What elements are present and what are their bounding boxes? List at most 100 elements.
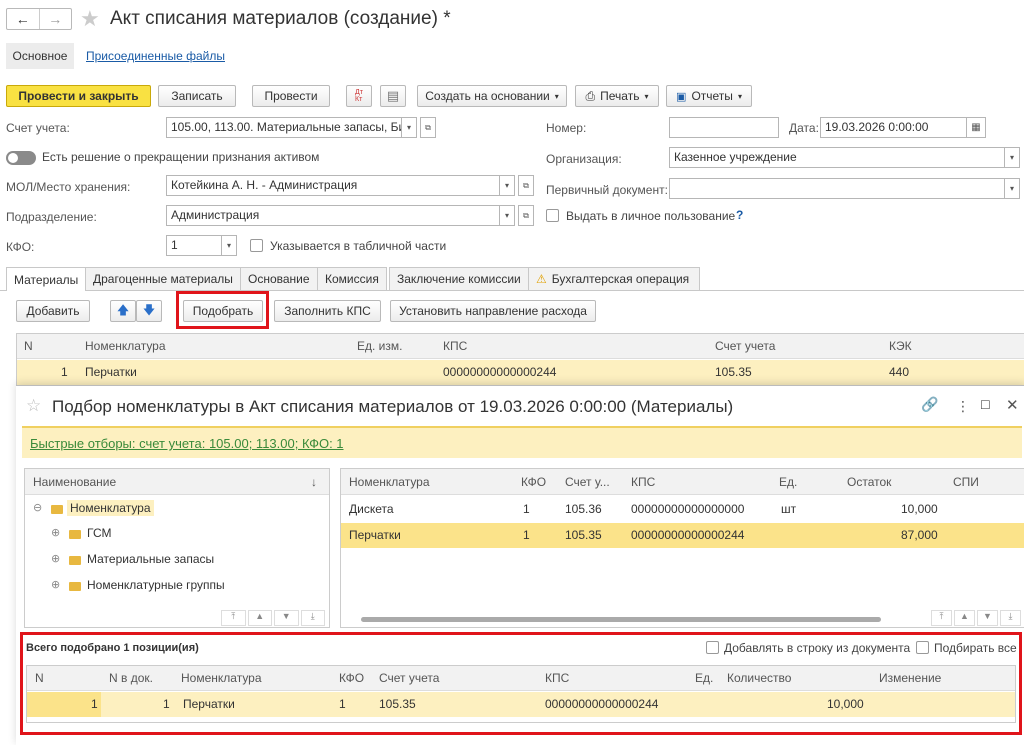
close-icon[interactable]: ✕ [1006,396,1019,414]
primary-doc-field[interactable] [669,178,1005,199]
primary-doc-label: Первичный документ: [546,183,668,197]
nomenclature-list: Номенклатура КФО Счет у... КПС Ед. Остат… [340,468,1024,628]
folder-icon [69,530,81,539]
arrow-left-icon: ← [15,11,30,27]
add-button[interactable]: Добавить [16,300,90,322]
kfo-table-label: Указывается в табличной части [270,239,447,253]
calendar-button[interactable]: ▦ [966,117,986,138]
fill-kps-button[interactable]: Заполнить КПС [274,300,381,322]
post-button[interactable]: Провести [252,85,330,107]
list-col-spi: СПИ [953,475,979,489]
tab-accounting[interactable]: ⚠ Бухгалтерская операция [528,267,700,290]
dialog-title: Подбор номенклатуры в Акт списания матер… [52,397,734,416]
set-direction-button[interactable]: Установить направление расхода [390,300,596,322]
list-col-nom: Номенклатура [349,475,430,489]
org-label: Организация: [546,152,622,166]
reports-dropdown[interactable]: ▣ Отчеты ▾ [666,85,752,107]
primary-doc-dropdown-button[interactable]: ▾ [1004,178,1020,199]
print-dropdown[interactable]: ⎙ Печать ▾ [575,85,659,107]
tree-panel: Наименование ↓ ⊖ Номенклатура ⊕ ГСМ ⊕ Ма… [24,468,330,628]
section-main[interactable]: Основное [6,43,74,69]
tree-item-materials[interactable]: ⊕ Материальные запасы [25,548,329,572]
tab-basis[interactable]: Основание [240,267,318,290]
chevron-down-icon: ▾ [644,91,649,101]
post-and-close-button[interactable]: Провести и закрыть [6,85,151,107]
tree-scroll-buttons[interactable]: ⤒ ▲ ▼ ⤓ [221,610,325,626]
report-icon: ▣ [676,90,687,103]
add-to-row-checkbox[interactable] [706,641,719,654]
list-col-account: Счет у... [565,475,610,489]
account-dropdown-button[interactable]: ▾ [401,117,417,138]
kfo-field[interactable]: 1 [166,235,222,256]
dt-kt-icon: Дт Кт [355,89,363,103]
tab-conclusion[interactable]: Заключение комиссии [389,267,529,290]
save-button[interactable]: Записать [158,85,236,107]
maximize-icon[interactable]: ☐ [980,398,991,412]
org-dropdown-button[interactable]: ▾ [1004,147,1020,168]
list-col-unit: Ед. [779,475,798,489]
sel-col-n: N [35,671,44,685]
back-button[interactable]: ← [7,9,40,29]
selected-row[interactable]: 1 1 Перчатки 1 105.35 00000000000000244 … [27,692,1015,717]
selected-table: N N в док. Номенклатура КФО Счет учета К… [26,665,1016,723]
kfo-table-checkbox[interactable] [250,239,263,252]
list-row[interactable]: Дискета 1 105.36 00000000000000000 шт 10… [341,497,1024,522]
list-row[interactable]: Перчатки 1 105.35 00000000000000244 87,0… [341,523,1024,548]
section-files-link[interactable]: Присоединенные файлы [86,49,225,63]
col-kps: КПС [443,339,468,353]
decision-toggle[interactable] [6,151,36,165]
account-open-button[interactable]: ⧉ [420,117,436,138]
personal-use-checkbox[interactable] [546,209,559,222]
mol-field[interactable]: Котейкина А. Н. - Администрация [166,175,500,196]
tab-materials[interactable]: Материалы [6,267,87,291]
col-n: N [24,339,33,353]
arrow-down-icon: 🡇 [142,302,156,317]
favorite-star-icon[interactable]: ★ [80,6,100,32]
col-unit: Ед. изм. [357,339,403,353]
move-up-button[interactable]: 🡅 [110,300,136,322]
org-field[interactable]: Казенное учреждение [669,147,1005,168]
sel-col-unit: Ед. [695,671,714,685]
tab-precious[interactable]: Драгоценные материалы [85,267,241,290]
tree-header: Наименование [33,475,117,489]
quick-filter-link[interactable]: Быстрые отборы: счет учета: 105.00; 113.… [30,436,344,451]
tree-item-root[interactable]: ⊖ Номенклатура [25,497,329,521]
personal-use-label: Выдать в личное пользование [566,209,736,223]
mol-open-button[interactable]: ⧉ [518,175,534,196]
create-based-on-dropdown[interactable]: Создать на основании ▾ [417,85,567,107]
document-list-icon: ▤ [386,88,400,103]
dt-kt-button[interactable]: Дт Кт [346,85,372,107]
more-icon[interactable]: ⋮ [956,398,970,415]
kfo-dropdown-button[interactable]: ▾ [221,235,237,256]
tree-item-gsm[interactable]: ⊕ ГСМ [25,522,329,546]
sel-col-account: Счет учета [379,671,440,685]
account-field[interactable]: 105.00, 113.00. Материальные запасы, Би [166,117,402,138]
list-col-kfo: КФО [521,475,547,489]
help-icon[interactable]: ? [736,208,743,222]
tree-item-groups[interactable]: ⊕ Номенклатурные группы [25,574,329,598]
decision-label: Есть решение о прекращении признания акт… [42,150,320,164]
dialog-star-icon[interactable]: ☆ [26,396,41,416]
horizontal-scrollbar[interactable] [361,617,881,622]
dept-dropdown-button[interactable]: ▾ [499,205,515,226]
table-row[interactable]: 1 Перчатки 00000000000000244 105.35 440 [17,360,1024,385]
account-label: Счет учета: [6,121,70,135]
move-down-button[interactable]: 🡇 [136,300,162,322]
mol-dropdown-button[interactable]: ▾ [499,175,515,196]
list-scroll-buttons[interactable]: ⤒ ▲ ▼ ⤓ [931,610,1021,626]
dept-open-button[interactable]: ⧉ [518,205,534,226]
sort-arrow-icon[interactable]: ↓ [311,475,317,489]
mol-label: МОЛ/Место хранения: [6,180,131,194]
date-field[interactable]: 19.03.2026 0:00:00 [820,117,967,138]
dept-field[interactable]: Администрация [166,205,500,226]
link-icon[interactable]: 🔗 [921,396,938,413]
chevron-down-icon: ▾ [554,91,559,101]
tab-commission[interactable]: Комиссия [317,267,387,290]
number-field[interactable] [669,117,779,138]
forward-button[interactable]: → [40,9,72,29]
select-all-checkbox[interactable] [916,641,929,654]
sel-col-change: Изменение [879,671,942,685]
structure-button[interactable]: ▤ [380,85,406,107]
list-col-rest: Остаток [847,475,892,489]
sel-col-ndoc: N в док. [109,671,153,685]
